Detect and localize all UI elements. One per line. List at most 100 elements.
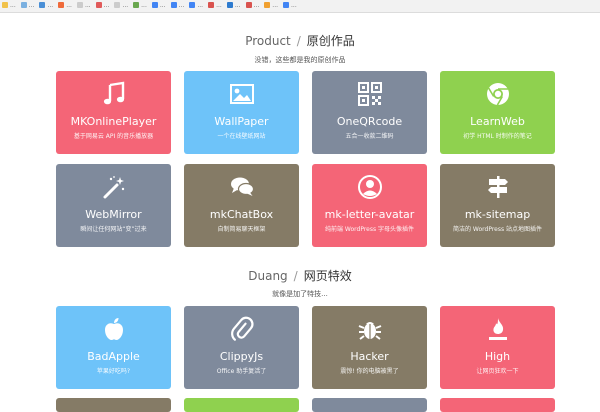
section-subtitle-product: 没错，这些都是我的原创作品	[254, 56, 346, 64]
bookmark-label: ...	[47, 2, 54, 9]
signpost-icon	[440, 174, 555, 200]
bookmark-favicon-icon	[283, 2, 290, 8]
bookmark-label: ...	[66, 2, 72, 9]
project-card[interactable]: BadApple 苹果好吃吗?	[56, 306, 171, 389]
bookmark-label: ...	[178, 2, 185, 9]
card-description: 简洁的 WordPress 站点地图插件	[452, 226, 543, 233]
card-description: 苹果好吃吗?	[96, 368, 131, 375]
chat-bubbles-icon	[184, 174, 299, 200]
bookmark-favicon-icon	[264, 2, 271, 8]
project-card[interactable]	[184, 398, 299, 412]
bookmark-item[interactable]: ...	[262, 0, 281, 12]
card-title: ClippyJs	[219, 350, 264, 363]
card-title: mkChatBox	[209, 208, 274, 221]
section-title-separator: /	[296, 34, 301, 48]
bookmark-label: ...	[253, 2, 260, 9]
bookmark-item[interactable]: ...	[187, 0, 206, 12]
bookmark-favicon-icon	[114, 2, 121, 8]
flame-icon	[440, 316, 555, 342]
bookmark-item[interactable]: ...	[225, 0, 244, 12]
project-card[interactable]: mk-letter-avatar 纯前端 WordPress 字母头像插件	[312, 164, 427, 247]
apple-icon	[56, 316, 171, 342]
magic-wand-icon	[56, 174, 171, 200]
bookmark-label: ...	[291, 2, 297, 9]
bookmark-item[interactable]: ...	[56, 0, 75, 12]
bookmark-item[interactable]: ...	[94, 0, 113, 12]
music-note-icon	[56, 81, 171, 107]
project-card[interactable]: LearnWeb 初学 HTML 时制作的笔记	[440, 71, 555, 154]
section-subtitle-duang: 就像是加了特技...	[272, 290, 328, 298]
project-card[interactable]: WebMirror 瞬间让任何网站“变”过来	[56, 164, 171, 247]
bookmark-item[interactable]: ...	[206, 0, 225, 12]
qrcode-icon	[312, 81, 427, 107]
bookmark-label: ...	[141, 2, 147, 9]
card-title: Hacker	[350, 350, 389, 363]
bookmark-item[interactable]: ...	[131, 0, 150, 12]
card-title: LearnWeb	[470, 115, 525, 128]
bookmark-favicon-icon	[170, 2, 177, 8]
bookmark-label: ...	[234, 2, 241, 9]
project-card[interactable]: High 让网页狂欢一下	[440, 306, 555, 389]
card-title: MKOnlinePlayer	[70, 115, 157, 128]
card-title: mk-letter-avatar	[324, 208, 415, 221]
project-card[interactable]: WallPaper 一个在线壁纸网站	[184, 71, 299, 154]
project-card[interactable]	[312, 398, 427, 412]
bookmark-item[interactable]: ...	[169, 0, 188, 12]
project-card[interactable]: OneQRcode 五合一收款二维码	[312, 71, 427, 154]
project-card[interactable]: MKOnlinePlayer 基于网易云 API 的音乐播放器	[56, 71, 171, 154]
chrome-icon	[440, 81, 555, 107]
bookmark-item[interactable]: ...	[112, 0, 131, 12]
card-description: 震惊! 你的电脑被黑了	[340, 368, 399, 375]
bookmark-label: ...	[159, 2, 166, 9]
card-description: Office 助手复活了	[216, 368, 267, 375]
bug-icon	[312, 316, 427, 342]
card-description: 让网页狂欢一下	[476, 368, 519, 375]
card-description: 基于网易云 API 的音乐播放器	[73, 133, 154, 140]
bookmark-item[interactable]: ...	[0, 0, 19, 12]
section-title-en: Product	[245, 34, 291, 48]
card-description: 初学 HTML 时制作的笔记	[463, 133, 532, 140]
bookmark-item[interactable]: ...	[19, 0, 38, 12]
section-title-duang: Duang / 网页特效	[0, 267, 600, 284]
project-card[interactable]: ClippyJs Office 助手复活了	[184, 306, 299, 389]
section-title-product: Product / 原创作品	[0, 32, 600, 49]
project-card[interactable]	[440, 398, 555, 412]
card-description: 自制简易聊天框架	[217, 226, 266, 233]
bookmark-item[interactable]: ...	[75, 0, 94, 12]
section-title-en: Duang	[248, 269, 288, 283]
project-card[interactable]: mkChatBox 自制简易聊天框架	[184, 164, 299, 247]
bookmark-label: ...	[216, 2, 222, 9]
card-title: BadApple	[87, 350, 140, 363]
card-title: WebMirror	[85, 208, 142, 221]
bookmark-favicon-icon	[245, 2, 252, 8]
bookmark-favicon-icon	[95, 2, 102, 8]
bookmark-item[interactable]: ...	[150, 0, 169, 12]
bookmark-item[interactable]: ...	[281, 0, 300, 12]
bookmark-favicon-icon	[226, 2, 233, 8]
section-title-separator: /	[293, 269, 298, 283]
bookmark-label: ...	[28, 2, 35, 9]
card-title: mk-sitemap	[464, 208, 531, 221]
card-description: 瞬间让任何网站“变”过来	[80, 226, 147, 233]
card-description: 纯前端 WordPress 字母头像插件	[324, 226, 415, 233]
paperclip-icon	[184, 316, 299, 342]
bookmark-item[interactable]: ...	[37, 0, 56, 12]
bookmark-favicon-icon	[58, 2, 65, 8]
card-title: OneQRcode	[336, 115, 403, 128]
bookmark-label: ...	[10, 2, 16, 9]
picture-icon	[184, 81, 299, 107]
section-title-cn: 网页特效	[303, 269, 352, 283]
bookmark-label: ...	[197, 2, 204, 9]
bookmark-label: ...	[84, 2, 91, 9]
project-card[interactable]: Hacker 震惊! 你的电脑被黑了	[312, 306, 427, 389]
bookmark-favicon-icon	[189, 2, 196, 8]
bookmark-label: ...	[272, 2, 279, 9]
bookmarks-bar: ........................................…	[0, 0, 600, 13]
bookmark-item[interactable]: ...	[244, 0, 263, 12]
project-card[interactable]: mk-sitemap 简洁的 WordPress 站点地图插件	[440, 164, 555, 247]
user-avatar-icon	[312, 174, 427, 200]
bookmark-label: ...	[103, 2, 110, 9]
project-card[interactable]	[56, 398, 171, 412]
section-title-cn: 原创作品	[306, 34, 355, 48]
bookmark-favicon-icon	[2, 2, 8, 8]
